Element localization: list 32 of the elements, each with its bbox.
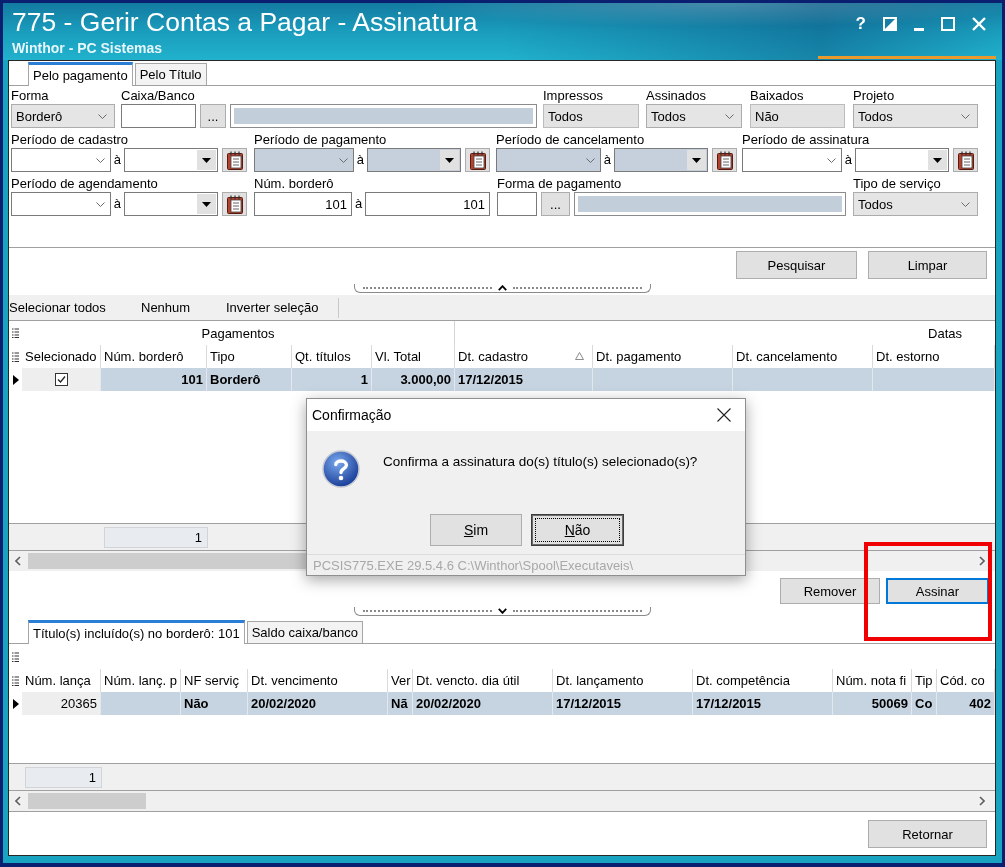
field-label: Impressos [543,88,603,104]
field-label: Período de agendamento [11,176,158,192]
field-label: Período de cadastro [11,132,129,148]
field-label: Tipo de serviço [853,176,941,192]
window-subtitle: Winthor - PC Sistemas [12,40,162,56]
field-label: Caixa/Banco [121,88,195,104]
dialog-title: Confirmação [312,407,392,423]
readonly-field: Todos [543,104,639,128]
dialog-message: Confirma a assinatura do(s) título(s) selecionado(s)? [383,453,698,470]
column-band-header: Pagamentos [22,321,455,345]
record-count: 1 [25,766,102,788]
record-count: 1 [104,526,208,548]
column-band-header: Datas [927,324,963,343]
range-separator: à [356,152,364,168]
field-label: Baixados [750,88,804,104]
field-label: Período de cancelamento [496,132,645,148]
range-separator: à [113,196,121,212]
range-separator: à [844,152,852,168]
table-cell: 20365 [22,692,101,715]
field-label: Período de pagamento [254,132,387,148]
field-label: Período de assinatura [742,132,870,148]
field-label: Projeto [853,88,895,104]
readonly-field: Não [750,104,845,128]
field-label: Forma [11,88,49,104]
window-title: 775 - Gerir Contas a Pagar - Assinatura [12,7,478,38]
field-label: Forma de pagamento [497,176,622,192]
range-separator: à [355,196,363,212]
field-label: Núm. borderô [254,176,334,192]
field-label: Assinados [646,88,706,104]
status-text: PCSIS775.EXE 29.5.4.6 C:\Winthor\Spool\Executaveis\ [313,557,634,573]
range-separator: à [113,152,121,168]
range-separator: à [603,152,611,168]
